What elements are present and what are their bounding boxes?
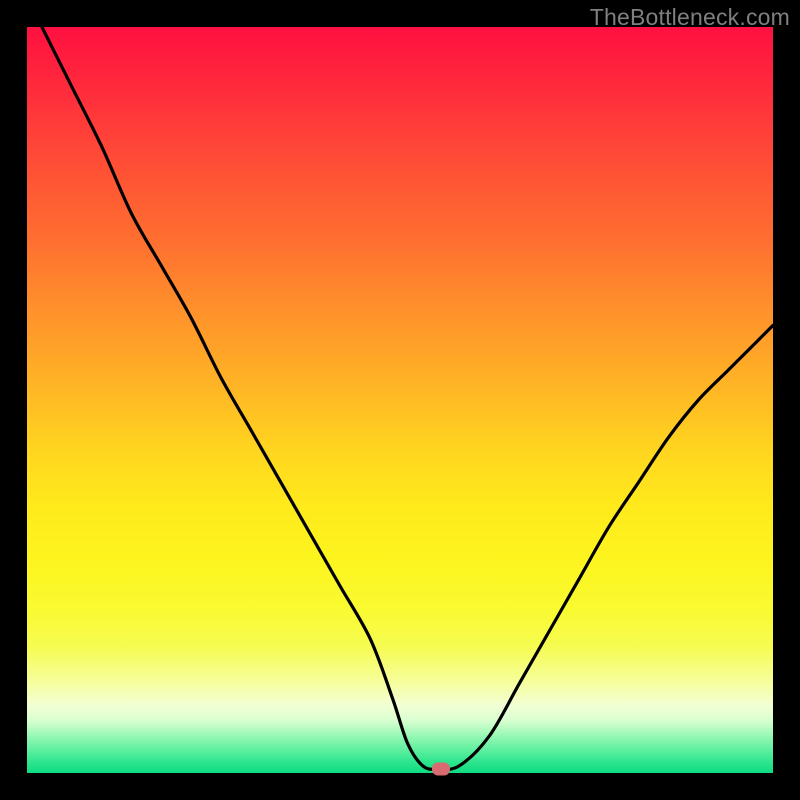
plot-area <box>27 27 773 773</box>
bottleneck-curve <box>27 27 773 773</box>
optimum-marker <box>432 762 450 775</box>
chart-frame: TheBottleneck.com <box>0 0 800 800</box>
watermark-text: TheBottleneck.com <box>590 4 790 31</box>
